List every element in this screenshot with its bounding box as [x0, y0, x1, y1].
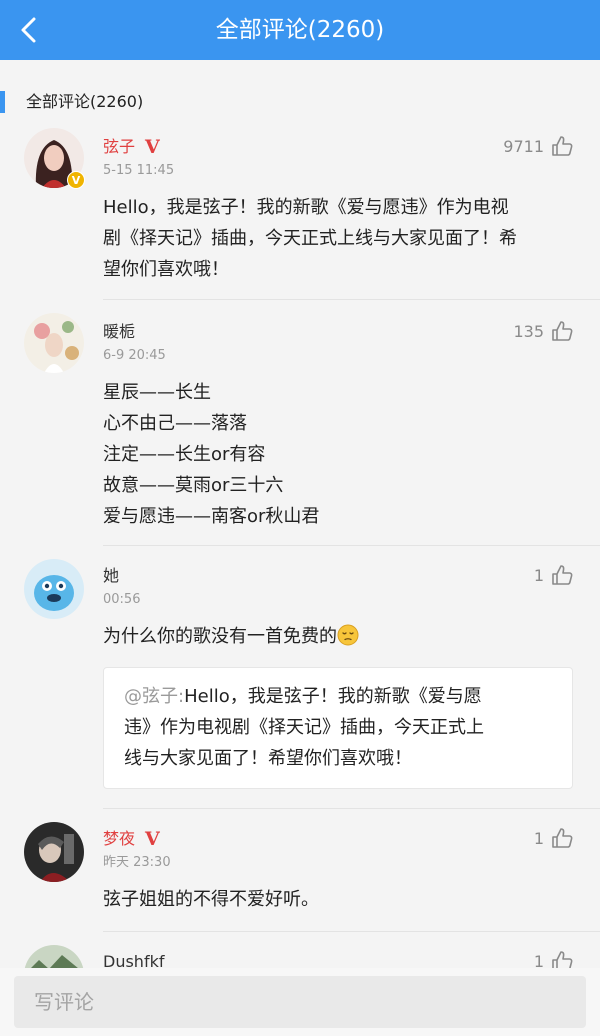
comment-username[interactable]: 暖栀	[103, 321, 135, 343]
comment-text-line: 星辰——长生	[103, 382, 211, 403]
like-button[interactable]: 9711	[503, 132, 574, 160]
divider	[103, 299, 600, 300]
page-title: 全部评论(2260)	[215, 17, 385, 43]
comment-text-line: 望你们喜欢哦！	[103, 259, 229, 280]
comment-time: 5-15 11:45	[103, 163, 175, 178]
comment-text: 弦子姐姐的不得不爱好听。	[103, 884, 578, 915]
verified-badge-icon: V	[67, 171, 85, 189]
comment-input[interactable]	[14, 976, 586, 1028]
like-count: 1	[533, 565, 544, 585]
section-accent-bar	[0, 91, 5, 113]
comment-text: 为什么你的歌没有一首免费的	[103, 621, 578, 652]
comment-username[interactable]: 弦子	[103, 136, 135, 158]
pensive-face-emoji-icon	[337, 624, 359, 646]
comment-text-line: 心不由己——落落	[103, 413, 247, 434]
quoted-text-line: 违》作为电视剧《择天记》插曲，今天正式上	[124, 717, 484, 738]
like-count: 135	[513, 321, 544, 341]
comment-item: 她 00:56 1 为什么你的歌没有一首免费的 @弦子:Hello，我是弦子！我…	[0, 559, 600, 809]
comment-item: 暖栀 6-9 20:45 135 星辰——长生 心不由己——落落 注定——长生o…	[0, 313, 600, 546]
divider	[103, 545, 600, 546]
thumbs-up-icon	[552, 828, 573, 848]
comment-text-content: 为什么你的歌没有一首免费的	[103, 626, 337, 647]
thumbs-up-icon	[552, 136, 573, 156]
like-button[interactable]: 135	[513, 317, 574, 345]
quoted-comment[interactable]: @弦子:Hello，我是弦子！我的新歌《爱与愿 违》作为电视剧《择天记》插曲，今…	[103, 667, 573, 789]
verified-v-icon: V	[145, 136, 160, 158]
verified-v-icon: V	[145, 828, 160, 850]
like-count: 1	[533, 828, 544, 848]
avatar-image	[24, 559, 84, 619]
comment-input-bar	[0, 968, 600, 1036]
comment-text-line: 为什么你的歌没有一首免费的	[103, 621, 578, 652]
thumbs-up-icon	[552, 321, 573, 341]
comment-username[interactable]: 梦夜	[103, 828, 135, 850]
top-bar: 全部评论(2260)	[0, 0, 600, 60]
comment-text-line: 剧《择天记》插曲，今天正式上线与大家见面了！希	[103, 228, 517, 249]
section-header: 全部评论(2260)	[0, 88, 600, 116]
comment-text-line: 注定——长生or有容	[103, 444, 266, 465]
quoted-author-mention[interactable]: @弦子:	[124, 686, 184, 707]
comment-time: 00:56	[103, 592, 141, 607]
avatar[interactable]	[24, 822, 84, 882]
comment-text: Hello，我是弦子！我的新歌《爱与愿违》作为电视 剧《择天记》插曲，今天正式上…	[103, 192, 578, 285]
divider	[103, 931, 600, 932]
comment-text-line: Hello，我是弦子！我的新歌《爱与愿违》作为电视	[103, 197, 509, 218]
comment-text-line: 故意——莫雨or三十六	[103, 475, 284, 496]
comment-time: 昨天 23:30	[103, 855, 171, 870]
like-button[interactable]: 1	[534, 824, 574, 852]
avatar[interactable]	[24, 559, 84, 619]
avatar[interactable]	[24, 313, 84, 373]
quoted-text-line: @弦子:Hello，我是弦子！我的新歌《爱与愿	[124, 681, 552, 712]
avatar-image	[24, 313, 84, 373]
comment-item: 梦夜 V 昨天 23:30 1 弦子姐姐的不得不爱好听。	[0, 822, 600, 932]
thumbs-up-icon	[552, 565, 573, 585]
comment-text-line: 弦子姐姐的不得不爱好听。	[103, 889, 319, 910]
divider	[103, 808, 600, 809]
section-title: 全部评论(2260)	[26, 92, 144, 111]
avatar-image	[24, 822, 84, 882]
like-count: 9711	[503, 136, 544, 156]
comment-text: 星辰——长生 心不由己——落落 注定——长生or有容 故意——莫雨or三十六 爱…	[103, 377, 578, 532]
comment-username[interactable]: 她	[103, 565, 119, 587]
comment-time: 6-9 20:45	[103, 348, 166, 363]
quoted-text-content: Hello，我是弦子！我的新歌《爱与愿	[184, 686, 482, 707]
like-button[interactable]: 1	[534, 561, 574, 589]
quoted-text-line: 线与大家见面了！希望你们喜欢哦！	[124, 748, 412, 769]
comment-text-line: 爱与愿违——南客or秋山君	[103, 506, 320, 527]
comment-item: V 弦子 V 5-15 11:45 9711 Hello，我是弦子！我的新歌《爱…	[0, 128, 600, 300]
